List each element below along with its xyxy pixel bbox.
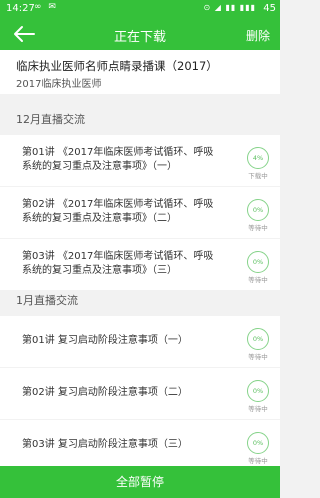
section-title-january: 1月直播交流 [16,294,78,307]
progress-ring[interactable]: 0% [247,432,269,454]
app-bar: 正在下载 删除 [0,18,280,50]
section-title-december: 12月直播交流 [16,113,85,126]
download-item[interactable]: 第02讲 《2017年临床医师考试循环、呼吸 系统的复习重点及注意事项》（二） … [0,187,280,238]
lecture-title: 第03讲 《2017年临床医师考试循环、呼吸 系统的复习重点及注意事项》（三） [22,251,214,276]
pause-all-button[interactable]: 全部暂停 [0,466,280,498]
download-status: 等待中 [248,405,268,413]
progress-ring[interactable]: 4% [247,147,269,169]
lecture-title: 第01讲 《2017年临床医师考试循环、呼吸 系统的复习重点及注意事项》（一） [22,147,214,172]
battery-level: 45 [263,3,276,14]
clock: 14:27 [6,3,35,14]
download-item[interactable]: 第02讲 复习启动阶段注意事项（二） 0% 等待中 [0,368,280,419]
download-item[interactable]: 第03讲 复习启动阶段注意事项（三） 0% 等待中 [0,420,280,471]
status-bar: 14:27 ∞ ✉ ⊙ ◢ ▮▮ ▮▮▮ 45 [0,0,280,18]
course-name: 临床执业医师名师点睛录播课（2017） [16,59,218,73]
delete-button[interactable]: 删除 [246,27,270,44]
download-item[interactable]: 第01讲 复习启动阶段注意事项（一） 0% 等待中 [0,316,280,367]
download-item[interactable]: 第01讲 《2017年临床医师考试循环、呼吸 系统的复习重点及注意事项》（一） … [0,135,280,186]
course-subtitle: 2017临床执业医师 [16,79,102,90]
progress-ring[interactable]: 0% [247,251,269,273]
page-title: 正在下载 [113,30,166,45]
lecture-title: 第01讲 复习启动阶段注意事项（一） [22,335,188,346]
progress-ring[interactable]: 0% [247,380,269,402]
notification-icons: ∞ ✉ [34,2,58,12]
download-status: 等待中 [248,353,268,361]
progress-ring[interactable]: 0% [247,199,269,221]
download-status: 等待中 [248,457,268,465]
download-status: 等待中 [248,224,268,232]
progress-ring[interactable]: 0% [247,328,269,350]
course-header: 临床执业医师名师点睛录播课（2017） 2017临床执业医师 [0,50,280,94]
lecture-title: 第02讲 复习启动阶段注意事项（二） [22,387,188,398]
lecture-title: 第03讲 复习启动阶段注意事项（三） [22,439,188,450]
lecture-title: 第02讲 《2017年临床医师考试循环、呼吸 系统的复习重点及注意事项》（二） [22,199,214,224]
signal-icons: ⊙ ◢ ▮▮ ▮▮▮ [203,3,256,12]
download-status: 等待中 [248,276,268,284]
download-item[interactable]: 第03讲 《2017年临床医师考试循环、呼吸 系统的复习重点及注意事项》（三） … [0,239,280,290]
download-status: 下载中 [248,172,268,180]
